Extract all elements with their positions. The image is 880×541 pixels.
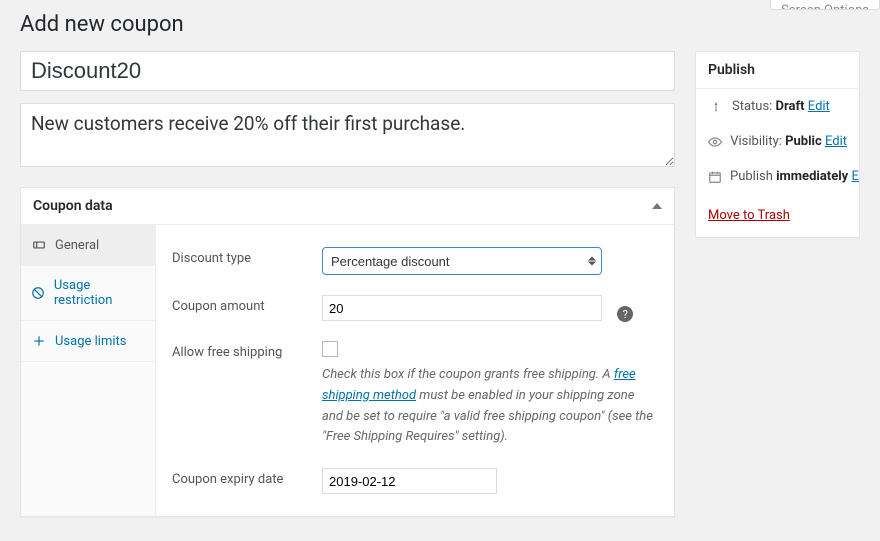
status-row: Status: Draft Edit [696, 89, 859, 124]
edit-status-link[interactable]: Edit [808, 99, 830, 114]
edit-schedule-link[interactable]: Edit [851, 169, 859, 184]
discount-type-select[interactable]: Percentage discount [322, 247, 602, 275]
visibility-row: Visibility: Public Edit [696, 124, 859, 159]
free-shipping-label: Allow free shipping [172, 341, 312, 360]
help-icon[interactable]: ? [617, 306, 633, 322]
tab-usage-limits[interactable]: Usage limits [21, 321, 155, 362]
coupon-data-title: Coupon data [33, 198, 113, 214]
status-value: Draft [776, 99, 805, 114]
discount-type-label: Discount type [172, 247, 312, 266]
free-shipping-checkbox[interactable] [322, 341, 338, 357]
coupon-data-tabs: General Usage restriction [21, 225, 156, 516]
coupon-description-textarea[interactable] [20, 103, 675, 167]
expiry-date-label: Coupon expiry date [172, 468, 312, 487]
coupon-code-input[interactable] [20, 51, 675, 91]
coupon-amount-label: Coupon amount [172, 295, 312, 314]
screen-options-label: Screen Options [781, 3, 869, 10]
calendar-icon [708, 170, 722, 184]
visibility-value: Public [785, 134, 822, 149]
tab-usage-limits-label: Usage limits [55, 334, 126, 349]
expiry-date-input[interactable] [322, 468, 497, 494]
tab-general[interactable]: General [21, 225, 155, 266]
pin-icon [708, 100, 724, 114]
general-panel: Discount type Percentage discount [156, 225, 674, 516]
move-to-trash-link[interactable]: Move to Trash [708, 208, 790, 223]
coupon-data-box: Coupon data General [20, 187, 675, 517]
schedule-value: immediately [776, 169, 848, 184]
schedule-row: Publish immediately Edit [696, 159, 859, 194]
publish-box: Publish Status: Draft Edit Visib [695, 51, 860, 238]
coupon-data-header[interactable]: Coupon data [21, 188, 674, 225]
ban-icon [31, 285, 46, 301]
sliders-icon [31, 333, 47, 349]
coupon-amount-input[interactable] [322, 295, 602, 321]
free-shipping-description: Check this box if the coupon grants free… [322, 365, 658, 448]
edit-visibility-link[interactable]: Edit [825, 134, 847, 149]
page-title: Add new coupon [20, 12, 860, 37]
ticket-icon [31, 237, 47, 253]
publish-box-title: Publish [696, 52, 859, 89]
tab-usage-restriction-label: Usage restriction [54, 278, 145, 308]
collapse-icon [652, 203, 662, 209]
screen-options-tab[interactable]: Screen Options [770, 0, 880, 10]
eye-icon [708, 135, 722, 149]
tab-general-label: General [55, 238, 99, 253]
tab-usage-restriction[interactable]: Usage restriction [21, 266, 155, 321]
